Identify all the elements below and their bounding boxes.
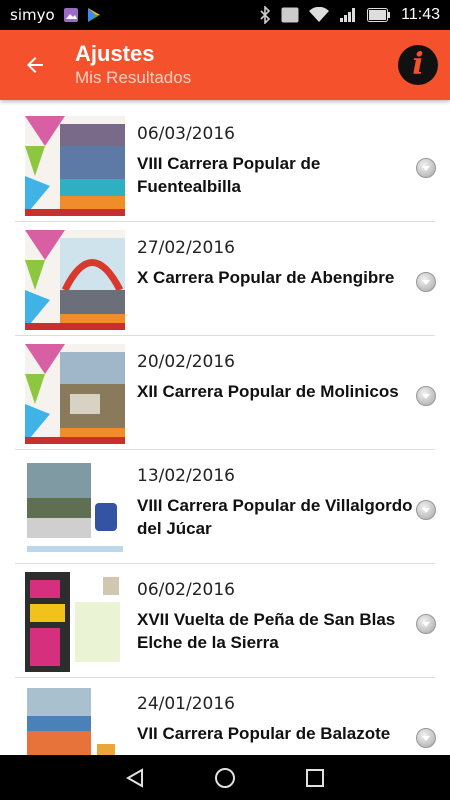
race-poster-thumbnail <box>25 458 125 558</box>
list-item[interactable]: 06/03/2016 VIII Carrera Popular de Fuent… <box>15 108 436 222</box>
race-name: VIII Carrera Popular de Fuentealbilla <box>137 154 321 196</box>
race-poster-thumbnail <box>25 572 125 672</box>
bluetooth-icon <box>259 6 271 24</box>
result-date: 13/02/2016 <box>137 466 235 486</box>
back-button[interactable] <box>0 30 70 100</box>
wifi-icon <box>309 7 330 23</box>
status-bar: simyo 11:43 <box>0 0 450 30</box>
race-poster-thumbnail <box>25 116 125 216</box>
chevron-down-icon[interactable] <box>416 158 436 178</box>
results-list[interactable]: 06/03/2016 VIII Carrera Popular de Fuent… <box>0 100 450 755</box>
chevron-down-icon[interactable] <box>416 728 436 748</box>
carrier-label: simyo <box>10 6 55 24</box>
result-date: 20/02/2016 <box>137 352 235 372</box>
race-poster-thumbnail <box>25 686 125 755</box>
page-subtitle: Mis Resultados <box>75 68 192 87</box>
race-poster-thumbnail <box>25 344 125 444</box>
arrow-back-icon <box>27 57 43 73</box>
list-item[interactable]: 20/02/2016 XII Carrera Popular de Molini… <box>15 336 436 450</box>
nav-home-button[interactable] <box>210 763 240 793</box>
page-title: Ajustes <box>75 41 155 66</box>
result-date: 06/03/2016 <box>137 124 235 144</box>
list-item[interactable]: 27/02/2016 X Carrera Popular de Abengibr… <box>15 222 436 336</box>
race-name: XVII Vuelta de Peña de San Blas Elche de… <box>137 610 396 652</box>
race-poster-thumbnail <box>25 230 125 330</box>
race-name: XII Carrera Popular de Molinicos <box>137 382 399 401</box>
race-name: VII Carrera Popular de Balazote <box>137 724 391 743</box>
battery-icon <box>367 8 391 22</box>
app-logo-letter: i <box>412 47 424 82</box>
chevron-down-icon[interactable] <box>416 614 436 634</box>
chevron-down-icon[interactable] <box>416 272 436 292</box>
play-store-icon <box>87 7 101 23</box>
chevron-down-icon[interactable] <box>416 500 436 520</box>
nav-recents-button[interactable] <box>300 763 330 793</box>
list-item[interactable]: 13/02/2016 VIII Carrera Popular de Villa… <box>15 450 436 564</box>
result-date: 27/02/2016 <box>137 238 235 258</box>
signal-icon <box>339 7 357 23</box>
app-logo: i <box>398 45 438 85</box>
gallery-notification-icon <box>63 7 79 23</box>
race-name: VIII Carrera Popular de Villalgordo del … <box>137 496 413 538</box>
circle-home-icon <box>215 767 235 788</box>
title-block: Ajustes Mis Resultados <box>70 41 398 89</box>
list-item[interactable]: 06/02/2016 XVII Vuelta de Peña de San Bl… <box>15 564 436 678</box>
nfc-icon <box>281 7 299 23</box>
clock: 11:43 <box>401 6 440 23</box>
nav-back-button[interactable] <box>120 763 150 793</box>
app-bar: Ajustes Mis Resultados i <box>0 30 450 100</box>
triangle-back-icon <box>125 767 143 788</box>
result-date: 24/01/2016 <box>137 694 235 714</box>
status-right: 11:43 <box>259 6 440 24</box>
status-left: simyo <box>10 6 101 24</box>
square-recents-icon <box>306 768 324 787</box>
result-date: 06/02/2016 <box>137 580 235 600</box>
system-nav-bar <box>0 755 450 800</box>
chevron-down-icon[interactable] <box>416 386 436 406</box>
list-item[interactable]: 24/01/2016 VII Carrera Popular de Balazo… <box>15 678 436 755</box>
race-name: X Carrera Popular de Abengibre <box>137 268 395 287</box>
